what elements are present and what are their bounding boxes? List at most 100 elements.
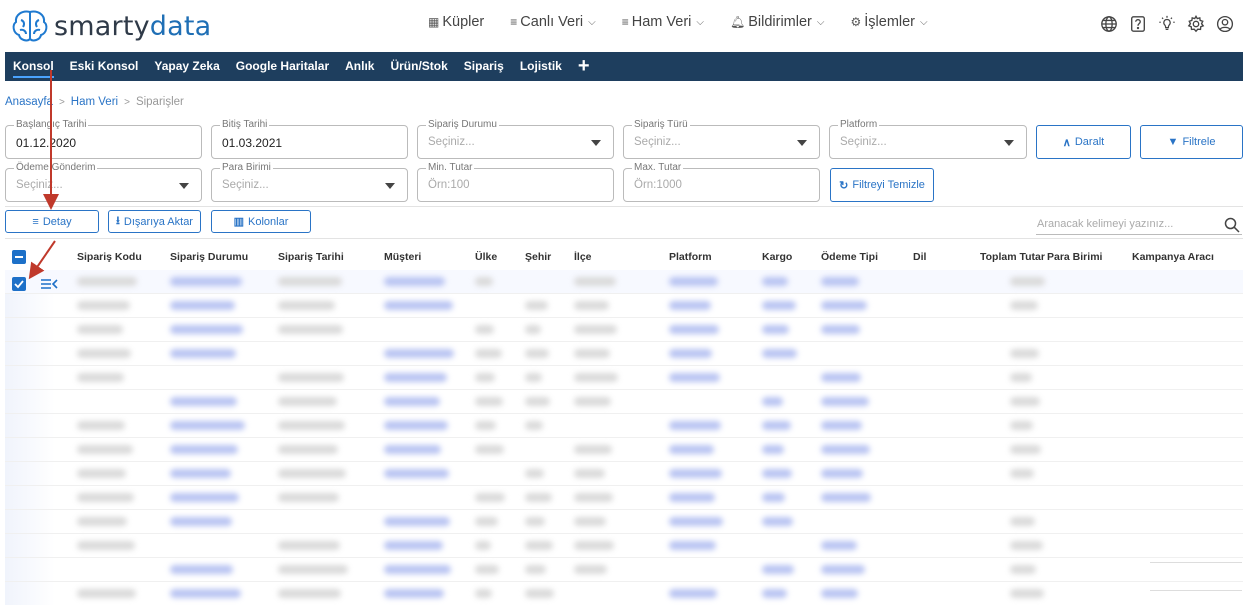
redacted-cell	[170, 277, 242, 286]
refresh-icon: ↻	[839, 179, 849, 192]
row-detail-icon[interactable]	[40, 277, 58, 291]
tab-yapay-zeka[interactable]: Yapay Zeka	[154, 52, 219, 81]
payment-method-select[interactable]: Ödeme Gönderim Seçiniz...	[5, 162, 202, 202]
help-icon[interactable]	[1129, 15, 1147, 33]
collapse-button[interactable]: ∧ Daralt	[1036, 125, 1131, 159]
table-row[interactable]	[5, 558, 1243, 582]
tab-anlik[interactable]: Anlık	[345, 52, 374, 81]
col-header[interactable]: Ülke	[475, 251, 497, 263]
table-row[interactable]	[5, 462, 1243, 486]
table-row[interactable]	[5, 486, 1243, 510]
redacted-cell	[574, 349, 610, 358]
table-row[interactable]	[5, 342, 1243, 366]
button-label: Filtreyi Temizle	[852, 179, 925, 191]
redacted-cell	[384, 277, 445, 286]
table-row[interactable]	[5, 510, 1243, 534]
col-header[interactable]: Toplam Tutar	[980, 251, 1045, 263]
field-label: Bitiş Tarihi	[220, 119, 270, 131]
redacted-cell	[278, 325, 343, 334]
min-amount-input[interactable]: Min. Tutar Örn:100	[417, 162, 614, 202]
topnav-bildirimler[interactable]: 🔔︎ Bildirimler ⌵	[730, 14, 824, 30]
currency-select[interactable]: Para Birimi Seçiniz...	[211, 162, 408, 202]
tab-konsol[interactable]: Konsol	[13, 52, 54, 81]
redacted-cell	[278, 589, 341, 598]
field-label: Ödeme Gönderim	[14, 162, 98, 174]
tab-lojistik[interactable]: Lojistik	[520, 52, 562, 81]
user-circle-icon[interactable]	[1216, 15, 1234, 33]
list-icon: ≡	[510, 15, 518, 29]
table-row[interactable]	[5, 270, 1243, 294]
add-tab-button[interactable]: +	[578, 52, 590, 81]
breadcrumb-ham-veri[interactable]: Ham Veri	[71, 96, 118, 108]
redacted-cell	[574, 325, 617, 334]
redacted-cell	[384, 445, 441, 454]
col-header[interactable]: Sipariş Durumu	[170, 251, 248, 263]
col-header[interactable]: Dil	[913, 251, 926, 263]
col-header[interactable]: Platform	[669, 251, 712, 263]
detail-button[interactable]: ≡ Detay	[5, 210, 99, 233]
col-header[interactable]: Sipariş Kodu	[77, 251, 142, 263]
topnav-canli-veri[interactable]: ≡ Canlı Veri ⌵	[510, 14, 595, 30]
redacted-cell	[77, 301, 130, 310]
col-header[interactable]: Kargo	[762, 251, 792, 263]
redacted-cell	[384, 301, 453, 310]
redacted-cell	[762, 445, 784, 454]
table-row[interactable]	[5, 414, 1243, 438]
clear-filter-button[interactable]: ↻ Filtreyi Temizle	[830, 168, 934, 202]
filter-button[interactable]: ▼ Filtrele	[1140, 125, 1243, 159]
platform-select[interactable]: Platform Seçiniz...	[829, 119, 1027, 159]
table-search-input[interactable]: Aranacak kelimeyi yazınız...	[1036, 215, 1242, 235]
col-header[interactable]: İlçe	[574, 251, 592, 263]
redacted-cell	[278, 493, 339, 502]
lightbulb-icon[interactable]	[1158, 15, 1176, 33]
tab-urun-stok[interactable]: Ürün/Stok	[390, 52, 447, 81]
redacted-cell	[475, 565, 499, 574]
table-row[interactable]	[5, 366, 1243, 390]
gear-icon[interactable]	[1187, 15, 1205, 33]
redacted-cell	[475, 397, 503, 406]
col-header[interactable]: Kampanya Aracı	[1132, 251, 1214, 263]
field-placeholder: Seçiniz...	[634, 136, 681, 148]
redacted-cell	[525, 397, 550, 406]
tab-siparis[interactable]: Sipariş	[464, 52, 504, 81]
table-row[interactable]	[5, 582, 1243, 605]
globe-icon[interactable]	[1100, 15, 1118, 33]
row-checkbox[interactable]	[12, 277, 26, 291]
col-header[interactable]: Müşteri	[384, 251, 421, 263]
redacted-cell	[1010, 541, 1043, 550]
export-button[interactable]: ⭳ Dışarıya Aktar	[108, 210, 201, 233]
start-date-field[interactable]: Başlangıç Tarihi 01.12.2020	[5, 119, 202, 159]
search-icon[interactable]	[1224, 217, 1240, 233]
redacted-cell	[821, 421, 862, 430]
col-header[interactable]: Sipariş Tarihi	[278, 251, 344, 263]
max-amount-input[interactable]: Max. Tutar Örn:1000	[623, 162, 820, 202]
topnav-kupler[interactable]: ▦ Küpler	[428, 14, 484, 30]
columns-button[interactable]: ▥ Kolonlar	[211, 210, 311, 233]
redacted-cell	[475, 373, 495, 382]
order-status-select[interactable]: Sipariş Durumu Seçiniz...	[417, 119, 614, 159]
caret-down-icon	[1004, 140, 1014, 146]
redacted-cell	[525, 301, 548, 310]
col-header[interactable]: Şehir	[525, 251, 551, 263]
order-type-select[interactable]: Sipariş Türü Seçiniz...	[623, 119, 820, 159]
select-all-checkbox[interactable]	[12, 250, 26, 264]
table-row[interactable]	[5, 390, 1243, 414]
button-label: Kolonlar	[248, 215, 289, 228]
tab-eski-konsol[interactable]: Eski Konsol	[70, 52, 139, 81]
table-row[interactable]	[5, 318, 1243, 342]
col-header[interactable]: Para Birimi	[1047, 251, 1102, 263]
breadcrumb: Anasayfa > Ham Veri > Siparişler	[5, 96, 184, 108]
tab-google-haritalar[interactable]: Google Haritalar	[236, 52, 329, 81]
table-row[interactable]	[5, 438, 1243, 462]
topnav-ham-veri[interactable]: ≡ Ham Veri ⌵	[622, 14, 704, 30]
table-row[interactable]	[5, 534, 1243, 558]
redacted-cell	[525, 541, 553, 550]
redacted-cell	[821, 565, 865, 574]
divider	[5, 206, 1243, 207]
table-row[interactable]	[5, 294, 1243, 318]
topnav-islemler[interactable]: ⚙ İşlemler ⌵	[850, 14, 927, 30]
end-date-field[interactable]: Bitiş Tarihi 01.03.2021	[211, 119, 408, 159]
col-header[interactable]: Ödeme Tipi	[821, 251, 878, 263]
logo[interactable]: smartydata	[10, 8, 211, 44]
breadcrumb-home[interactable]: Anasayfa	[5, 96, 53, 108]
